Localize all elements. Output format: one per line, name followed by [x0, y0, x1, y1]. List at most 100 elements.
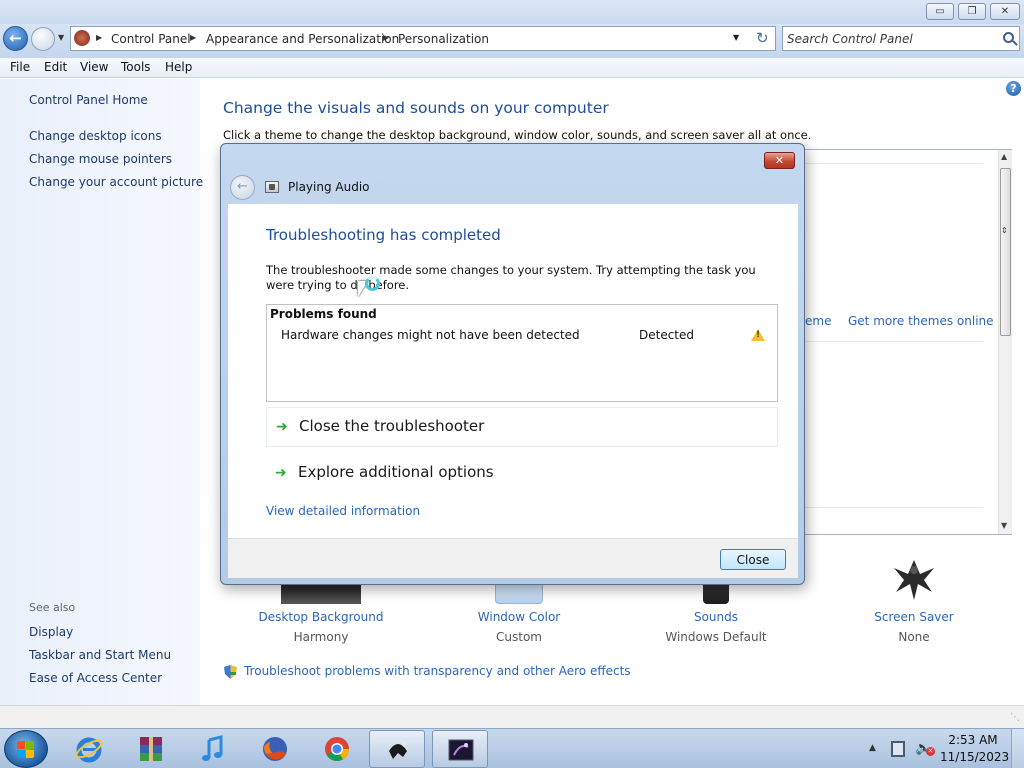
dialog-close-button[interactable]: ✕: [764, 152, 795, 169]
scroll-down-icon[interactable]: ▼: [1001, 521, 1007, 530]
refresh-icon[interactable]: ↻: [756, 29, 769, 47]
winrar-icon: [140, 737, 162, 761]
change-desktop-icons-link[interactable]: Change desktop icons: [29, 129, 162, 143]
window-color-label[interactable]: Window Color: [439, 610, 599, 624]
change-account-picture-link[interactable]: Change your account picture: [29, 175, 203, 189]
page-title: Change the visuals and sounds on your co…: [223, 99, 609, 117]
dialog-back-button[interactable]: ←: [230, 175, 255, 200]
taskbar-itunes[interactable]: [185, 730, 241, 768]
navigation-bar: ← ▼ ▶ Control Panel ▶ Appearance and Per…: [0, 24, 1024, 58]
window-title-bar: ▭ ❐ ✕: [0, 0, 1024, 24]
taskbar-personalization-window[interactable]: [432, 730, 488, 768]
left-task-pane: Control Panel Home Change desktop icons …: [0, 79, 203, 705]
taskbar-internet-explorer[interactable]: [61, 730, 117, 768]
itunes-icon: [202, 735, 223, 761]
search-icon[interactable]: [1003, 32, 1014, 43]
command-label: Explore additional options: [298, 463, 494, 481]
dialog-heading: Troubleshooting has completed: [266, 226, 501, 244]
theme-list-scrollbar[interactable]: ▲ ⇕ ▼: [998, 150, 1012, 534]
page-subtitle: Click a theme to change the desktop back…: [223, 128, 812, 142]
recent-pages-dropdown-icon[interactable]: ▼: [58, 33, 64, 42]
chrome-icon: [325, 737, 349, 762]
ease-of-access-link[interactable]: Ease of Access Center: [29, 671, 162, 685]
scroll-grip-icon: ⇕: [1001, 226, 1008, 235]
breadcrumb-personalization[interactable]: Personalization: [398, 32, 489, 46]
explore-options-command[interactable]: ➜ Explore additional options: [266, 454, 778, 494]
warning-icon: [751, 329, 765, 341]
status-bar: ⋱: [0, 705, 1024, 728]
taskbar-winrar[interactable]: [123, 730, 179, 768]
show-hidden-icons-icon[interactable]: ▲: [869, 743, 876, 753]
breadcrumb-appearance[interactable]: Appearance and Personalization: [206, 32, 399, 46]
minimize-button[interactable]: ▭: [926, 3, 954, 20]
muted-indicator-icon: ✕: [926, 747, 935, 756]
close-troubleshooter-command[interactable]: ➜ Close the troubleshooter: [266, 407, 778, 447]
windows-logo-icon: [17, 741, 35, 759]
dialog-content: Troubleshooting has completed The troubl…: [228, 204, 798, 538]
window-color-value: Custom: [496, 630, 542, 644]
address-box[interactable]: ▶ Control Panel ▶ Appearance and Persona…: [70, 26, 776, 51]
command-label: Close the troubleshooter: [299, 417, 485, 435]
desktop-background-label[interactable]: Desktop Background: [241, 610, 401, 624]
screen-saver-item[interactable]: Screen Saver None: [834, 556, 994, 646]
problem-status: Detected: [639, 328, 695, 342]
breadcrumb-control-panel[interactable]: Control Panel: [111, 32, 191, 46]
theme-list: eme Get more themes online ▲ ⇕ ▼: [804, 149, 1012, 535]
menu-tools[interactable]: Tools: [121, 60, 151, 74]
show-desktop-button[interactable]: [1011, 729, 1024, 768]
screen-saver-value: None: [898, 630, 930, 644]
taskbar: ▲ 🔈 ✕ 2:53 AM 11/15/2023: [0, 728, 1024, 768]
close-button[interactable]: Close: [720, 549, 786, 570]
scroll-thumb[interactable]: [1000, 168, 1011, 336]
taskbar-start-menu-link[interactable]: Taskbar and Start Menu: [29, 648, 171, 662]
restore-button[interactable]: ❐: [958, 3, 986, 20]
menu-view[interactable]: View: [80, 60, 108, 74]
sounds-label[interactable]: Sounds: [636, 610, 796, 624]
view-detailed-information-link[interactable]: View detailed information: [266, 504, 420, 518]
green-arrow-icon: ➜: [275, 465, 287, 481]
network-icon[interactable]: [891, 741, 905, 757]
address-dropdown-icon[interactable]: ▼: [733, 33, 739, 42]
start-button[interactable]: [4, 730, 48, 768]
menu-edit[interactable]: Edit: [44, 60, 67, 74]
divider: [805, 341, 983, 342]
back-button[interactable]: ←: [3, 26, 28, 51]
dialog-title: Playing Audio: [288, 180, 370, 194]
problems-header: Problems found: [270, 307, 377, 321]
breadcrumb-separator-icon[interactable]: ▶: [96, 33, 102, 42]
save-theme-link[interactable]: eme: [805, 314, 831, 328]
taskbar-inkscape[interactable]: [369, 730, 425, 768]
change-mouse-pointers-link[interactable]: Change mouse pointers: [29, 152, 172, 166]
control-panel-home-link[interactable]: Control Panel Home: [29, 93, 148, 107]
screen-saver-label[interactable]: Screen Saver: [834, 610, 994, 624]
search-box: [782, 26, 1020, 51]
menu-help[interactable]: Help: [165, 60, 192, 74]
scroll-up-icon[interactable]: ▲: [1001, 152, 1007, 161]
breadcrumb-separator-icon[interactable]: ▶: [383, 33, 389, 42]
breadcrumb-separator-icon[interactable]: ▶: [190, 33, 196, 42]
internet-explorer-icon: [75, 737, 103, 763]
taskbar-firefox[interactable]: [247, 730, 303, 768]
display-link[interactable]: Display: [29, 625, 73, 639]
dialog-footer: Close: [228, 538, 798, 578]
clock-date[interactable]: 11/15/2023: [940, 750, 1009, 764]
troubleshooter-dialog: ✕ ← Playing Audio Troubleshooting has co…: [220, 143, 805, 585]
resize-grip-icon[interactable]: ⋱: [1010, 712, 1020, 723]
forward-button[interactable]: [31, 27, 55, 51]
see-also-heading: See also: [29, 601, 76, 614]
clock-time[interactable]: 2:53 AM: [944, 733, 1002, 747]
green-arrow-icon: ➜: [276, 419, 288, 435]
get-more-themes-link[interactable]: Get more themes online: [848, 314, 994, 328]
desktop-background-value: Harmony: [293, 630, 349, 644]
search-input[interactable]: [787, 30, 997, 47]
divider: [805, 507, 983, 508]
close-window-button[interactable]: ✕: [990, 3, 1020, 20]
troubleshoot-aero-link[interactable]: Troubleshoot problems with transparency …: [244, 664, 631, 678]
menu-bar: File Edit View Tools Help: [0, 58, 1024, 78]
firefox-icon: [263, 737, 287, 761]
control-panel-icon: [74, 30, 90, 46]
taskbar-chrome[interactable]: [309, 730, 365, 768]
shield-icon: [224, 665, 237, 679]
menu-file[interactable]: File: [10, 60, 30, 74]
help-icon[interactable]: ?: [1006, 81, 1021, 96]
